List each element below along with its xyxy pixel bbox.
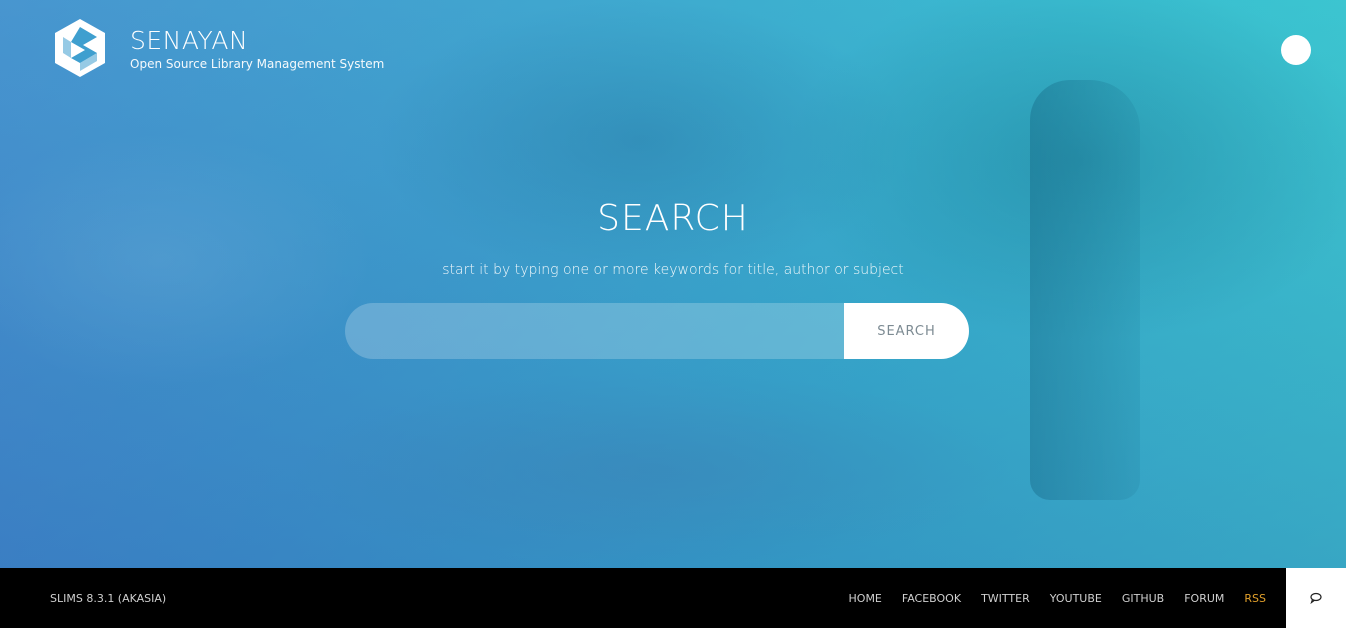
version-label: SLIMS 8.3.1 (AKASIA) [50,592,167,605]
chat-button[interactable] [1286,568,1346,628]
footer-link-twitter[interactable]: TWITTER [981,592,1030,605]
search-title: SEARCH [597,198,749,239]
footer-nav: HOME FACEBOOK TWITTER YOUTUBE GITHUB FOR… [829,592,1266,605]
search-subtitle: start it by typing one or more keywords … [442,262,904,278]
brand-subtitle: Open Source Library Management System [130,57,385,71]
footer-link-forum[interactable]: FORUM [1184,592,1224,605]
footer: SLIMS 8.3.1 (AKASIA) HOME FACEBOOK TWITT… [0,568,1346,628]
senayan-logo-icon [55,19,105,77]
footer-link-rss[interactable]: RSS [1244,592,1266,605]
search-button[interactable]: SEARCH [844,303,969,359]
footer-link-github[interactable]: GITHUB [1122,592,1164,605]
menu-circle-icon[interactable] [1281,35,1311,65]
search-form: SEARCH [345,303,969,359]
footer-link-youtube[interactable]: YOUTUBE [1050,592,1102,605]
chat-bubble-icon [1310,592,1322,604]
tree-trunk-decoration [1030,80,1140,500]
hero-section: SENAYAN Open Source Library Management S… [0,0,1346,568]
brand-text: SENAYAN Open Source Library Management S… [130,18,384,71]
footer-link-facebook[interactable]: FACEBOOK [902,592,961,605]
brand[interactable]: SENAYAN Open Source Library Management S… [53,18,384,78]
footer-link-home[interactable]: HOME [849,592,882,605]
brand-title: SENAYAN [130,26,249,55]
search-input[interactable] [345,303,844,359]
